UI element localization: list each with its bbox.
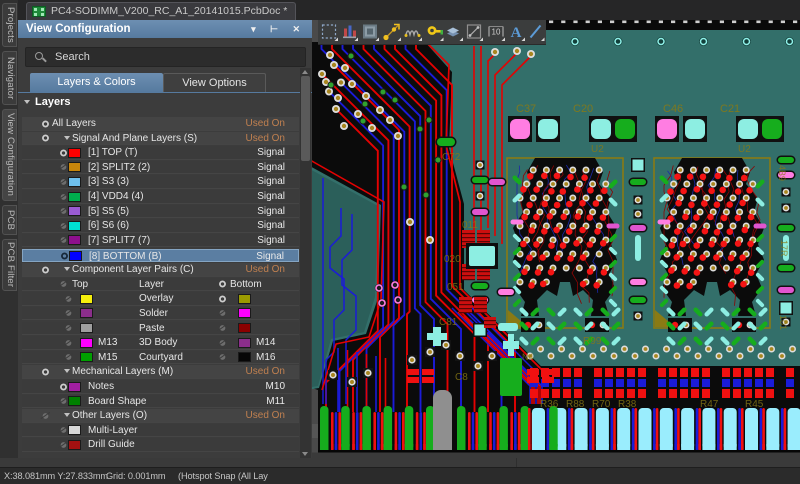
svg-text:C20: C20 [573,103,593,115]
svg-text:U2: U2 [738,144,751,155]
svg-text:C46: C46 [663,103,683,115]
svg-text:A: A [511,25,522,41]
svg-text:020: 020 [444,254,461,265]
svg-text:17R: 17R [779,240,789,257]
svg-text:R47: R47 [700,399,719,410]
svg-text:C8: C8 [455,372,468,383]
svg-text:N4: N4 [522,352,534,362]
svg-text:R38: R38 [618,399,637,410]
svg-text:051: 051 [447,282,464,293]
svg-text:C37: C37 [516,103,536,115]
svg-text:R45: R45 [745,399,764,410]
svg-text:C81: C81 [439,317,458,328]
svg-text:R70: R70 [592,399,611,410]
svg-text:R36: R36 [540,399,559,410]
svg-text:10: 10 [492,28,501,37]
svg-text:4B9: 4B9 [777,165,787,181]
svg-text:C21: C21 [720,103,740,115]
svg-text:R88: R88 [566,399,585,410]
svg-text:101: 101 [778,315,788,330]
svg-text:011: 011 [462,220,478,231]
svg-text:U2: U2 [591,144,604,155]
svg-text:R99: R99 [583,336,602,347]
svg-text:C72: C72 [442,152,461,163]
